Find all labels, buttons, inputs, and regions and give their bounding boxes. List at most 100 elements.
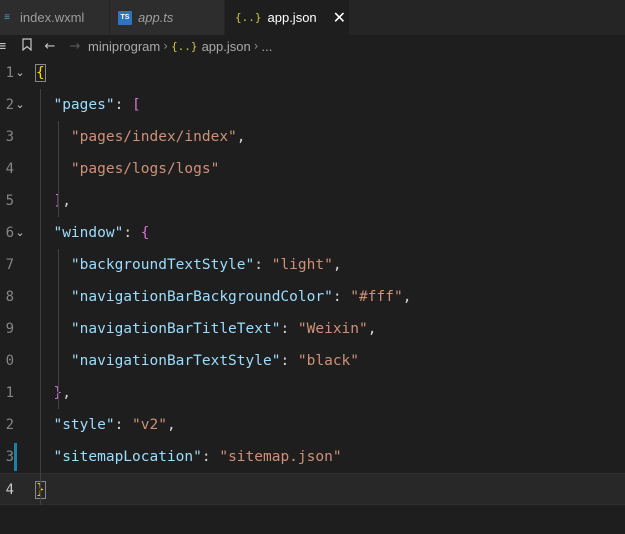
code-text: "pages/logs/logs" (36, 153, 219, 185)
indent-guide (58, 121, 59, 217)
code-line[interactable]: 1 ⌄ { (0, 57, 625, 89)
json-punctuation: , (62, 193, 71, 209)
forward-arrow-icon[interactable]: → (62, 39, 88, 54)
code-line[interactable]: 5 ], (0, 185, 625, 217)
chevron-down-icon[interactable]: ⌄ (14, 217, 26, 249)
code-text: "pages": [ (36, 89, 141, 121)
code-line[interactable]: 3 "sitemapLocation": "sitemap.json" (0, 441, 625, 473)
json-string: "black" (297, 353, 360, 369)
json-key: "window" (53, 225, 124, 241)
indent-guide (58, 249, 59, 409)
tab-bar: ≡ index.wxml TS app.ts {..} app.json ✕ (0, 0, 625, 35)
json-punctuation: , (166, 417, 176, 433)
line-number: 3 (5, 129, 14, 145)
code-text: ], (36, 185, 71, 217)
code-text: "style": "v2", (36, 409, 176, 441)
json-punctuation: : (332, 289, 351, 305)
json-punctuation: , (402, 289, 412, 305)
line-number: 5 (5, 193, 14, 209)
line-number: 1 (5, 385, 14, 401)
tab-app-json[interactable]: {..} app.json ✕ (225, 0, 350, 35)
json-punctuation: , (236, 129, 246, 145)
json-key: "pages" (53, 97, 115, 113)
json-punctuation: , (332, 257, 342, 273)
tab-app-ts[interactable]: TS app.ts (110, 0, 225, 35)
back-arrow-icon[interactable]: ← (38, 39, 62, 54)
code-text: "backgroundTextStyle": "light", (36, 249, 342, 281)
json-punctuation: : (254, 257, 272, 273)
json-string: "Weixin" (297, 321, 368, 337)
code-line[interactable]: 1 }, (0, 377, 625, 409)
json-punctuation: : (201, 449, 220, 465)
code-text: "navigationBarBackgroundColor": "#fff", (36, 281, 412, 313)
json-punctuation: : (280, 353, 298, 369)
json-punctuation: : (123, 225, 141, 241)
line-number: 6 (5, 225, 14, 241)
json-key: "backgroundTextStyle" (70, 257, 255, 273)
json-key: "navigationBarTextStyle" (70, 353, 281, 369)
close-icon[interactable]: ✕ (333, 8, 346, 27)
line-number: 4 (5, 161, 14, 177)
tab-index-wxml[interactable]: ≡ index.wxml (0, 0, 110, 35)
code-text: "navigationBarTitleText": "Weixin", (36, 313, 377, 345)
bookmark-icon[interactable] (16, 37, 38, 55)
json-punctuation: [ (132, 97, 141, 113)
json-punctuation: : (114, 97, 133, 113)
json-punctuation: , (62, 385, 71, 401)
code-text: "window": { (36, 217, 150, 249)
tab-label: index.wxml (20, 10, 85, 25)
code-text: { (35, 57, 46, 89)
json-punctuation: : (114, 417, 133, 433)
typescript-icon: TS (118, 10, 132, 25)
breadcrumb-item-folder[interactable]: miniprogram (88, 39, 160, 54)
indent-guide (40, 89, 41, 505)
code-line[interactable]: 7 "backgroundTextStyle": "light", (0, 249, 625, 281)
tab-label: app.json (267, 10, 317, 25)
json-key: "navigationBarBackgroundColor" (70, 289, 333, 305)
line-number: 3 (5, 449, 14, 465)
code-text: "sitemapLocation": "sitemap.json" (36, 441, 341, 473)
code-line[interactable]: 6 ⌄ "window": { (0, 217, 625, 249)
file-code-icon: ≡ (4, 11, 10, 23)
code-line[interactable]: 4 "pages/logs/logs" (0, 153, 625, 185)
json-key: "style" (53, 417, 115, 433)
breadcrumb-item-file[interactable]: app.json (202, 39, 251, 54)
line-number: 1 (5, 65, 14, 81)
json-punctuation: { (35, 64, 46, 82)
code-line[interactable]: 3 "pages/index/index", (0, 121, 625, 153)
json-punctuation: { (140, 225, 150, 241)
breadcrumb: ≡ ← → miniprogram › {..} app.json › ... (0, 35, 625, 57)
json-punctuation: : (280, 321, 298, 337)
menu-icon[interactable]: ≡ (0, 39, 16, 54)
code-text: "pages/index/index", (36, 121, 246, 153)
chevron-down-icon[interactable]: ⌄ (14, 57, 26, 89)
code-line[interactable]: 2 ⌄ "pages": [ (0, 89, 625, 121)
modified-gutter-marker (14, 443, 17, 471)
code-text: "navigationBarTextStyle": "black" (36, 345, 359, 377)
json-string: "pages/index/index" (70, 129, 237, 145)
line-number: 4 (5, 482, 14, 498)
code-line[interactable]: 2 "style": "v2", (0, 409, 625, 441)
json-string: "light" (271, 257, 333, 273)
code-text: }, (36, 377, 71, 409)
chevron-right-icon: › (253, 39, 259, 53)
chevron-down-icon[interactable]: ⌄ (14, 89, 26, 121)
breadcrumb-item-more[interactable]: ... (262, 39, 273, 54)
line-number: 7 (5, 257, 14, 273)
line-number: 2 (5, 97, 14, 113)
code-line[interactable]: 8 "navigationBarBackgroundColor": "#fff"… (0, 281, 625, 313)
line-number: 8 (5, 289, 14, 305)
chevron-right-icon: › (163, 39, 169, 53)
code-line[interactable]: 0 "navigationBarTextStyle": "black" (0, 345, 625, 377)
code-editor[interactable]: 1 ⌄{2 ⌄ "pages": [3 "pages/index/index", 4 … (0, 57, 625, 534)
code-line[interactable]: 9 "navigationBarTitleText": "Weixin", (0, 313, 625, 345)
line-number: 0 (5, 353, 14, 369)
code-line[interactable]: 4} (0, 473, 625, 505)
json-string: "v2" (132, 417, 167, 433)
json-string: "#fff" (350, 289, 403, 305)
json-icon: {..} (171, 39, 198, 53)
json-icon: {..} (235, 10, 262, 24)
tab-label: app.ts (138, 10, 174, 25)
json-punctuation: , (367, 321, 377, 337)
json-key: "sitemapLocation" (53, 449, 202, 465)
